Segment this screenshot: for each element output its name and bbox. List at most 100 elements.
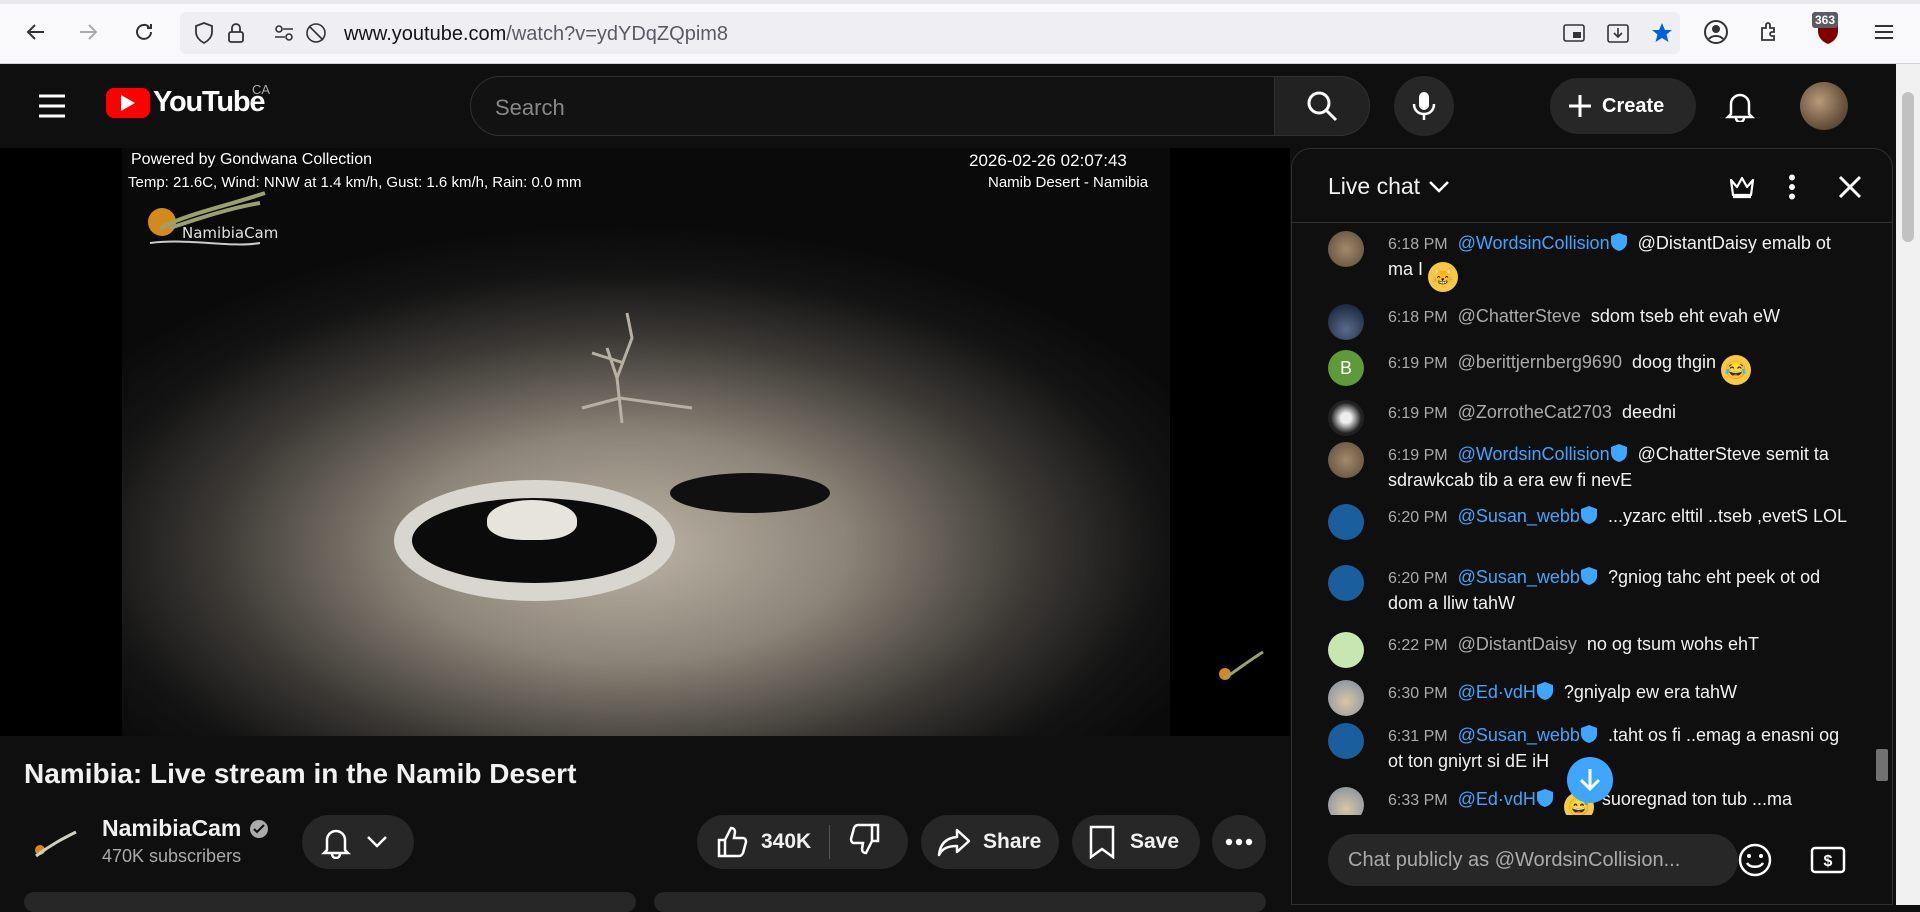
chat-avatar[interactable] bbox=[1328, 680, 1364, 716]
chat-avatar-letter[interactable]: B bbox=[1328, 350, 1364, 386]
chat-author[interactable]: @WordsinCollision bbox=[1458, 444, 1610, 464]
url-path: /watch?v=ydYDqZQpim8 bbox=[506, 23, 729, 45]
notifications-bell-icon[interactable] bbox=[1718, 84, 1762, 128]
bookmark-star-icon[interactable] bbox=[1650, 21, 1674, 45]
live-chat-header: Live chat bbox=[1292, 149, 1892, 223]
picture-in-picture-icon[interactable] bbox=[1562, 21, 1586, 45]
rock bbox=[487, 500, 577, 540]
chat-input[interactable]: Chat publicly as @WordsinCollision... bbox=[1328, 834, 1738, 886]
chat-author[interactable]: @WordsinCollision bbox=[1458, 233, 1610, 253]
channel-logo-icon bbox=[35, 830, 77, 858]
notification-settings-button[interactable] bbox=[302, 815, 414, 869]
user-avatar[interactable] bbox=[1800, 82, 1848, 130]
svg-text:$: $ bbox=[1824, 853, 1833, 870]
close-chat-icon[interactable] bbox=[1832, 169, 1868, 205]
forward-icon[interactable] bbox=[72, 16, 104, 48]
bus-avatar-icon[interactable] bbox=[1328, 723, 1364, 759]
chat-author[interactable]: @Ed·vdH bbox=[1458, 682, 1536, 702]
hamburger-icon[interactable] bbox=[36, 90, 68, 127]
permissions-icon[interactable] bbox=[272, 21, 296, 45]
create-button[interactable]: Create bbox=[1550, 78, 1696, 134]
chat-time: 6:33 PM bbox=[1388, 792, 1448, 809]
chat-avatar[interactable] bbox=[1328, 442, 1364, 478]
live-chat-mode-selector[interactable]: Live chat bbox=[1328, 173, 1450, 200]
chat-author[interactable]: @Ed·vdH bbox=[1458, 789, 1536, 809]
bus-avatar-icon[interactable] bbox=[1328, 565, 1364, 601]
chat-author[interactable]: @ChatterSteve bbox=[1458, 306, 1581, 326]
chat-scrollbar[interactable] bbox=[1876, 749, 1888, 781]
channel-avatar[interactable] bbox=[24, 816, 80, 872]
chat-message-body: 6:22 PM @DistantDaisy no og tsum wohs ehT bbox=[1388, 632, 1858, 658]
extensions-icon[interactable] bbox=[1754, 16, 1786, 48]
chat-author[interactable]: @Susan_webb bbox=[1458, 725, 1580, 745]
more-actions-button[interactable] bbox=[1212, 815, 1266, 869]
chat-text: suoregnad ton tub ...ma bbox=[1601, 789, 1793, 809]
chat-time: 6:19 PM bbox=[1388, 355, 1448, 372]
chat-time: 6:19 PM bbox=[1388, 447, 1448, 464]
page-scrollbar-thumb[interactable] bbox=[1902, 92, 1914, 242]
reload-icon[interactable] bbox=[128, 16, 160, 48]
search-placeholder: Search bbox=[495, 95, 565, 120]
url-bar[interactable]: www.youtube.com/watch?v=ydYDqZQpim8 bbox=[180, 12, 1680, 54]
chat-author[interactable]: @Susan_webb bbox=[1458, 506, 1580, 526]
logo-wordmark: YouTube bbox=[153, 86, 266, 118]
chat-author[interactable]: @berittjernberg9690 bbox=[1458, 352, 1622, 372]
bookmark-icon bbox=[1089, 825, 1115, 859]
jump-to-bottom-button[interactable] bbox=[1567, 757, 1613, 803]
chat-message-body: 6:18 PM @WordsinCollision @DistantDaisy em… bbox=[1388, 231, 1858, 292]
secondary-card[interactable] bbox=[654, 892, 1266, 912]
url-text[interactable]: www.youtube.com/watch?v=ydYDqZQpim8 bbox=[344, 23, 728, 46]
chat-avatar[interactable] bbox=[1328, 787, 1364, 815]
crown-icon[interactable] bbox=[1724, 169, 1760, 205]
more-horizontal-icon bbox=[1225, 838, 1253, 846]
tracking-blocked-icon[interactable] bbox=[304, 21, 328, 45]
back-icon[interactable] bbox=[20, 16, 52, 48]
youtube-logo[interactable]: YouTube CA bbox=[106, 82, 270, 119]
moderator-shield-icon bbox=[1536, 789, 1553, 807]
page-scrollbar[interactable] bbox=[1896, 64, 1920, 905]
chat-avatar[interactable] bbox=[1328, 632, 1364, 668]
chat-message-body: 6:20 PM @Susan_webb ...yzarc elttil ..tseb… bbox=[1388, 504, 1858, 530]
like-count: 340K bbox=[761, 830, 812, 853]
share-icon bbox=[937, 828, 971, 857]
chat-message-list[interactable]: 6:18 PM @WordsinCollision @DistantDaisy em… bbox=[1292, 225, 1892, 815]
waterhole-far bbox=[670, 473, 830, 513]
description-card[interactable] bbox=[24, 892, 636, 912]
search-input[interactable]: Search bbox=[470, 76, 1275, 136]
account-icon[interactable] bbox=[1700, 16, 1732, 48]
chat-author[interactable]: @ZorrotheCat2703 bbox=[1458, 402, 1612, 422]
voice-search-button[interactable] bbox=[1394, 76, 1454, 136]
menu-icon[interactable] bbox=[1868, 16, 1900, 48]
chat-avatar[interactable] bbox=[1328, 304, 1364, 340]
bus-avatar-icon[interactable] bbox=[1328, 504, 1364, 540]
moderator-shield-icon bbox=[1580, 567, 1597, 585]
save-button[interactable]: Save bbox=[1072, 815, 1200, 869]
emoji-picker-icon[interactable] bbox=[1737, 842, 1773, 883]
like-button[interactable]: 340K bbox=[715, 825, 811, 859]
moderator-shield-icon bbox=[1536, 682, 1553, 700]
more-vertical-icon[interactable] bbox=[1774, 169, 1810, 205]
chat-time: 6:30 PM bbox=[1388, 685, 1448, 702]
video-player[interactable]: Powered by Gondwana Collection Temp: 21.… bbox=[0, 148, 1290, 736]
chat-text: ...yzarc elttil ..tseb ,evetS LOL bbox=[1607, 506, 1848, 526]
chat-time: 6:22 PM bbox=[1388, 637, 1448, 654]
chat-avatar[interactable] bbox=[1328, 231, 1364, 267]
bell-icon bbox=[320, 829, 352, 859]
overlay-location: Namib Desert - Namibia bbox=[988, 174, 1149, 191]
channel-name[interactable]: NamibiaCam bbox=[102, 815, 269, 842]
chat-avatar[interactable] bbox=[1328, 400, 1364, 436]
share-button[interactable]: Share bbox=[921, 815, 1059, 869]
namibiacam-logo: NamibiaCam bbox=[140, 188, 280, 258]
super-chat-icon[interactable]: $ bbox=[1810, 844, 1846, 881]
chat-author[interactable]: @DistantDaisy bbox=[1458, 634, 1577, 654]
create-label: Create bbox=[1602, 94, 1665, 117]
lock-icon[interactable] bbox=[224, 21, 248, 45]
chat-author[interactable]: @Susan_webb bbox=[1458, 567, 1580, 587]
download-page-icon[interactable] bbox=[1606, 21, 1630, 45]
search-button[interactable] bbox=[1274, 76, 1370, 136]
dislike-button[interactable] bbox=[848, 822, 882, 862]
shield-icon[interactable] bbox=[192, 21, 216, 45]
extension-badge: 363 bbox=[1812, 12, 1839, 28]
tab-strip bbox=[0, 0, 1920, 4]
cam-logo-text: NamibiaCam bbox=[182, 224, 279, 242]
